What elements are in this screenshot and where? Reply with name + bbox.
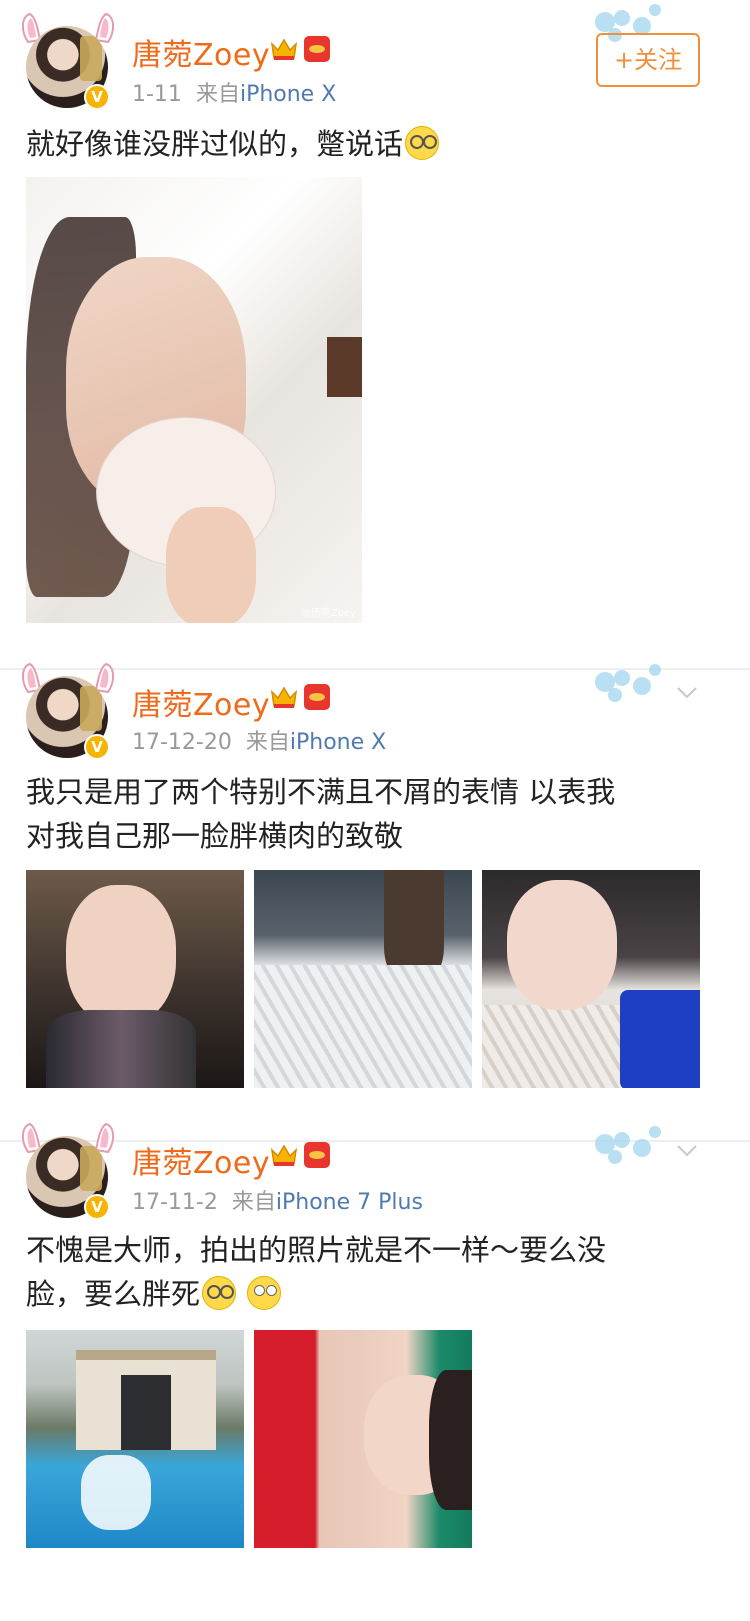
- weibo-post-1: V 唐菀Zoey 1-11 来自iPhone X +关注 就好像谁没胖过似的，蹩…: [0, 0, 750, 668]
- post-image-2[interactable]: [254, 870, 472, 1088]
- avatar[interactable]: V: [18, 662, 118, 762]
- verified-icon: V: [84, 84, 110, 110]
- red-packet-icon[interactable]: [304, 684, 330, 710]
- crown-icon: [270, 1144, 298, 1166]
- weibo-post-3: V 唐菀Zoey 17-11-2 来自iPhone 7 Plus 不愧是大师，拍…: [0, 1122, 750, 1621]
- post-text-line-2: 对我自己那一脸胖横肉的致敬: [26, 819, 404, 853]
- eye-roll-emoji-icon: [247, 1276, 282, 1310]
- source-prefix: 来自: [231, 1190, 276, 1215]
- post-image-1[interactable]: [26, 870, 244, 1088]
- image-watermark: @唐菀Zoey: [300, 608, 356, 619]
- post-meta: 17-12-20 来自iPhone X: [132, 724, 386, 756]
- post-image-3[interactable]: [482, 870, 700, 1088]
- avatar[interactable]: V: [18, 1122, 118, 1222]
- user-name[interactable]: 唐菀Zoey: [132, 1138, 270, 1182]
- verified-icon: V: [84, 1194, 110, 1220]
- post-image-1[interactable]: [26, 1330, 244, 1548]
- user-name[interactable]: 唐菀Zoey: [132, 680, 270, 724]
- post-time: 17-12-20: [132, 730, 232, 755]
- chevron-down-icon[interactable]: [676, 686, 698, 700]
- post-text: 不愧是大师，拍出的照片就是不一样～要么没 脸，要么胖死: [26, 1228, 716, 1316]
- avatar[interactable]: V: [18, 12, 118, 112]
- post-meta: 1-11 来自iPhone X: [132, 76, 336, 108]
- post-text: 就好像谁没胖过似的，蹩说话: [26, 122, 716, 166]
- crown-icon: [270, 686, 298, 708]
- source-device[interactable]: iPhone 7 Plus: [276, 1190, 423, 1215]
- snowflake-decoration-icon: [595, 1126, 661, 1164]
- post-time: 1-11: [132, 82, 182, 107]
- source-device[interactable]: iPhone X: [290, 730, 386, 755]
- post-text-line-1: 不愧是大师，拍出的照片就是不一样～要么没: [26, 1233, 607, 1267]
- source-device[interactable]: iPhone X: [240, 82, 336, 107]
- post-text-content: 就好像谁没胖过似的，蹩说话: [26, 127, 404, 161]
- weibo-post-2: V 唐菀Zoey 17-12-20 来自iPhone X 我只是用了两个特别不满…: [0, 662, 750, 1140]
- glasses-emoji-icon: [202, 1276, 237, 1310]
- snowflake-decoration-icon: [595, 664, 661, 702]
- source-prefix: 来自: [245, 730, 290, 755]
- red-packet-icon[interactable]: [304, 36, 330, 62]
- follow-button[interactable]: +关注: [596, 33, 700, 87]
- crown-icon: [270, 38, 298, 60]
- chevron-down-icon[interactable]: [676, 1144, 698, 1158]
- post-time: 17-11-2: [132, 1190, 218, 1215]
- post-image-2[interactable]: [254, 1330, 472, 1548]
- red-packet-icon[interactable]: [304, 1142, 330, 1168]
- glasses-emoji-icon: [405, 126, 440, 160]
- post-text-line-2: 脸，要么胖死: [26, 1277, 201, 1311]
- user-name[interactable]: 唐菀Zoey: [132, 30, 270, 74]
- source-prefix: 来自: [195, 82, 240, 107]
- post-text-line-1: 我只是用了两个特别不满且不屑的表情 以表我: [26, 775, 616, 809]
- post-text: 我只是用了两个特别不满且不屑的表情 以表我 对我自己那一脸胖横肉的致敬: [26, 770, 716, 858]
- post-image[interactable]: @唐菀Zoey: [26, 177, 362, 623]
- post-meta: 17-11-2 来自iPhone 7 Plus: [132, 1184, 423, 1216]
- verified-icon: V: [84, 734, 110, 760]
